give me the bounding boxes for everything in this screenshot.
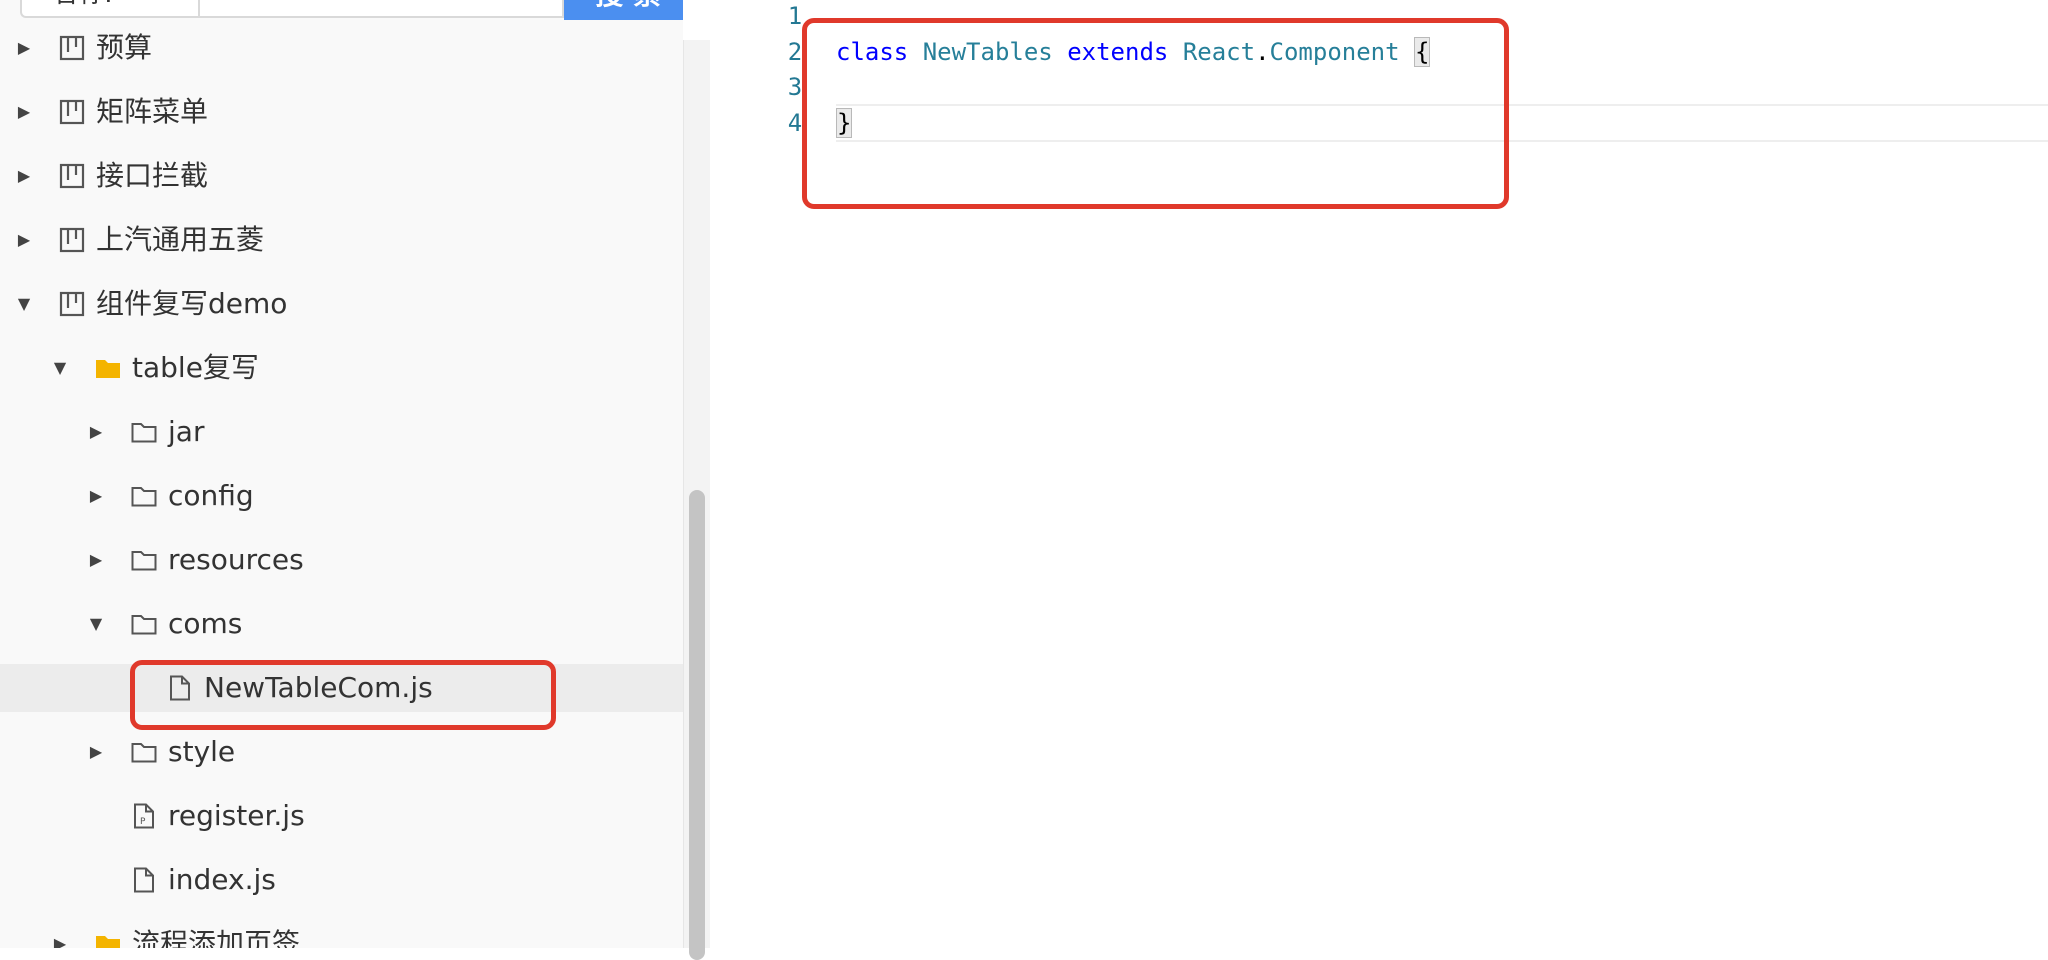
tree-node-label: 矩阵菜单	[96, 95, 209, 128]
folder-outline-icon	[131, 551, 157, 571]
caret-down-icon[interactable]: ▼	[14, 294, 34, 314]
file-p-icon: P	[134, 803, 154, 829]
tree-node-label: jar	[168, 415, 205, 448]
tree-node-label: 组件复写demo	[96, 287, 288, 320]
file-icon	[134, 867, 154, 893]
caret-right-icon[interactable]: ▶	[86, 486, 106, 506]
tree-node[interactable]: ▶ resources	[0, 536, 683, 584]
tree-node-label: 预算	[96, 31, 153, 64]
tree-node[interactable]: ▼ table复写	[0, 344, 683, 392]
board-icon	[59, 227, 85, 253]
board-icon	[59, 99, 85, 125]
tree-node-label: 接口拦截	[96, 159, 209, 192]
tree-node-label: style	[168, 735, 236, 768]
search-button[interactable]: 搜 索	[564, 0, 683, 20]
caret-right-icon[interactable]: ▶	[14, 38, 34, 58]
tree-node[interactable]: ▶ config	[0, 472, 683, 520]
board-icon	[59, 291, 85, 317]
tree-node[interactable]: ▼ coms	[0, 600, 683, 648]
caret-right-icon[interactable]: ▶	[86, 550, 106, 570]
tree-node-label: config	[168, 479, 254, 512]
tree-node[interactable]: ▶ 流程添加页签	[0, 920, 683, 948]
caret-right-icon[interactable]: ▶	[50, 934, 70, 948]
tree-node[interactable]: ▶ 接口拦截	[0, 152, 683, 200]
tree-node-label: 上汽通用五菱	[96, 223, 265, 256]
sidebar-scrollbar-thumb[interactable]	[689, 490, 705, 960]
file-tree-sidebar: 名称: 搜 索 ▶ 预算 ▶ 矩阵菜单 ▶	[0, 0, 683, 948]
caret-down-icon[interactable]: ▼	[86, 614, 106, 634]
code-editor[interactable]: 1 2 3 4 class NewTables extends React.Co…	[710, 0, 2048, 948]
board-icon	[59, 163, 85, 189]
tree-node[interactable]: P register.js	[0, 792, 683, 840]
folder-outline-icon	[131, 615, 157, 635]
folder-filled-icon	[96, 936, 120, 948]
tree-node-label: index.js	[168, 863, 276, 896]
tree-node[interactable]: ▼ 组件复写demo	[0, 280, 683, 328]
selected-file-highlight	[130, 660, 556, 730]
tree-node[interactable]: ▶ jar	[0, 408, 683, 456]
tree-node[interactable]: ▶ 上汽通用五菱	[0, 216, 683, 264]
tree-node[interactable]: index.js	[0, 856, 683, 904]
folder-outline-icon	[131, 423, 157, 443]
board-icon	[59, 35, 85, 61]
tree-node-label: coms	[168, 607, 243, 640]
tree-node-label: table复写	[132, 351, 259, 384]
tree-node-label: register.js	[168, 799, 305, 832]
folder-outline-icon	[131, 743, 157, 763]
tree-node[interactable]: ▶ style	[0, 728, 683, 776]
search-prefix-label: 名称:	[20, 0, 198, 18]
caret-right-icon[interactable]: ▶	[14, 102, 34, 122]
tree-node-label: 流程添加页签	[132, 927, 301, 948]
caret-right-icon[interactable]: ▶	[14, 166, 34, 186]
code-highlight	[802, 18, 1509, 209]
search-bar: 名称: 搜 索	[0, 0, 683, 20]
tree-node-label: resources	[168, 543, 304, 576]
caret-right-icon[interactable]: ▶	[86, 742, 106, 762]
tree-node[interactable]: ▶ 矩阵菜单	[0, 88, 683, 136]
tree-node[interactable]: ▶ 预算	[0, 24, 683, 72]
svg-text:P: P	[140, 817, 146, 827]
caret-right-icon[interactable]: ▶	[14, 230, 34, 250]
search-input[interactable]	[198, 0, 564, 18]
caret-right-icon[interactable]: ▶	[86, 422, 106, 442]
caret-down-icon[interactable]: ▼	[50, 358, 70, 378]
folder-filled-icon	[96, 360, 120, 378]
folder-outline-icon	[131, 487, 157, 507]
